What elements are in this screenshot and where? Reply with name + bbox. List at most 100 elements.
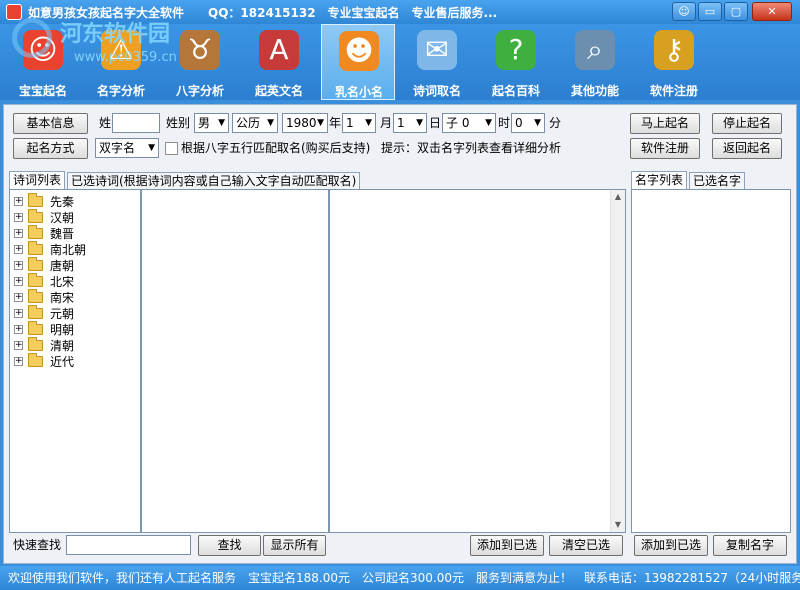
month-select[interactable]: 1 ▼ <box>342 113 376 133</box>
scroll-down-icon[interactable]: ▼ <box>611 518 625 532</box>
calendar-select[interactable]: 公历 ▼ <box>232 113 278 133</box>
main-panel: 基本信息 姓 姓别 男 ▼ 公历 ▼ 1980 ▼ 年 1 ▼ 月 1 ▼ 日 子 0 ▼ … <box>3 104 797 564</box>
name-type-select[interactable]: 双字名 ▼ <box>95 138 159 158</box>
gender-select[interactable]: 男 ▼ <box>194 113 229 133</box>
poem-list-panel[interactable] <box>141 189 329 533</box>
toolbar-label: 其他功能 <box>570 84 619 98</box>
toolbar-button-6[interactable]: ? 起名百科 <box>479 24 553 100</box>
tree-item-label: 元朝 <box>50 307 75 321</box>
toolbar-label: 软件注册 <box>649 84 698 98</box>
minute-value: 0 <box>515 116 523 130</box>
toolbar-label: 起名百科 <box>491 84 540 98</box>
tree-item-label: 南北朝 <box>50 243 87 257</box>
help-icon[interactable]: ☺ <box>672 2 696 21</box>
dynasty-tree[interactable]: + 先秦 + 汉朝 + 魏晋 + 南北朝 + 唐朝 + 北宋 + 南宋 + 元朝 + 明朝 + 清朝 + 近代 <box>9 189 141 533</box>
year-label: 年 <box>329 116 342 130</box>
minute-label: 分 <box>549 116 562 130</box>
toolbar-label: 乳名小名 <box>334 85 383 99</box>
question-icon: ? <box>496 30 536 70</box>
tree-item-label: 明朝 <box>50 323 75 337</box>
scroll-up-icon[interactable]: ▲ <box>611 190 625 204</box>
bazi-checkbox-label: 根据八字五行匹配取名(购买后支持) <box>181 141 371 155</box>
close-icon[interactable]: ✕ <box>752 2 792 21</box>
toolbar-label: 名字分析 <box>96 84 145 98</box>
folder-icon <box>28 337 43 351</box>
add-name-to-selected-button[interactable]: 添加到已选 <box>634 535 708 556</box>
expand-icon[interactable]: + <box>14 245 23 254</box>
toolbar-label: 八字分析 <box>175 84 224 98</box>
surname-input[interactable] <box>112 113 160 133</box>
copy-name-button[interactable]: 复制名字 <box>713 535 787 556</box>
abc-magnifier-icon: A <box>259 30 299 70</box>
year-value: 1980 <box>286 116 317 130</box>
toolbar-label: 诗词取名 <box>412 84 461 98</box>
expand-icon[interactable]: + <box>14 309 23 318</box>
expand-icon[interactable]: + <box>14 261 23 270</box>
expand-icon[interactable]: + <box>14 213 23 222</box>
folder-icon <box>28 305 43 319</box>
watermark-url: www.pc0359.cn <box>74 50 177 65</box>
hour-select[interactable]: 子 0 ▼ <box>442 113 496 133</box>
tree-item-label: 北宋 <box>50 275 75 289</box>
folder-icon <box>28 353 43 367</box>
toolbar-button-8[interactable]: ⚷ 软件注册 <box>637 24 711 100</box>
bird-icon: ✉ <box>417 30 457 70</box>
chevron-down-icon: ▼ <box>267 118 274 128</box>
quick-search-input[interactable] <box>66 535 191 555</box>
toolbar-button-7[interactable]: ⌕ 其他功能 <box>558 24 632 100</box>
software-register-button[interactable]: 软件注册 <box>630 138 700 159</box>
toolbar-button-5[interactable]: ✉ 诗词取名 <box>400 24 474 100</box>
tree-item-label: 汉朝 <box>50 211 75 225</box>
expand-icon[interactable]: + <box>14 293 23 302</box>
watermark: 河东软件园 www.pc0359.cn <box>12 14 212 70</box>
watermark-logo-icon <box>12 18 52 58</box>
tab-name-list[interactable]: 名字列表 <box>631 171 688 190</box>
expand-icon[interactable]: + <box>14 325 23 334</box>
folder-icon <box>28 257 43 271</box>
toolbar-button-3[interactable]: A 起英文名 <box>242 24 316 100</box>
toolbar-button-4[interactable]: ☻ 乳名小名 <box>321 24 395 100</box>
basic-info-button[interactable]: 基本信息 <box>13 113 88 134</box>
show-all-button[interactable]: 显示所有 <box>263 535 326 556</box>
folder-icon <box>28 289 43 303</box>
toolbar-label: 起英文名 <box>254 84 303 98</box>
expand-icon[interactable]: + <box>14 229 23 238</box>
stop-naming-button[interactable]: 停止起名 <box>712 113 782 134</box>
naming-mode-button[interactable]: 起名方式 <box>13 138 88 159</box>
expand-icon[interactable]: + <box>14 357 23 366</box>
folder-icon <box>28 321 43 335</box>
back-naming-button[interactable]: 返回起名 <box>712 138 782 159</box>
chevron-down-icon: ▼ <box>218 118 225 128</box>
restore-icon[interactable]: ▢ <box>724 2 748 21</box>
tree-item-label: 清朝 <box>50 339 75 353</box>
find-button[interactable]: 查找 <box>198 535 261 556</box>
tab-poem-list[interactable]: 诗词列表 <box>9 171 66 190</box>
name-list-panel[interactable] <box>631 189 791 533</box>
month-label: 月 <box>380 116 393 130</box>
folder-icon <box>28 241 43 255</box>
kid-helmet-icon: ☻ <box>339 31 379 71</box>
month-value: 1 <box>346 116 354 130</box>
vertical-scrollbar[interactable]: ▲ ▼ <box>610 190 625 532</box>
add-to-selected-button[interactable]: 添加到已选 <box>470 535 544 556</box>
bazi-checkbox[interactable] <box>165 142 178 155</box>
tab-selected-names[interactable]: 已选名字 <box>689 172 746 190</box>
tab-selected-poems[interactable]: 已选诗词(根据诗词内容或自己输入文字自动匹配取名) <box>67 172 361 190</box>
year-select[interactable]: 1980 ▼ <box>282 113 328 133</box>
poem-content-panel[interactable]: ▲ ▼ <box>329 189 626 533</box>
magnifier-icon: ⌕ <box>575 30 615 70</box>
expand-icon[interactable]: + <box>14 197 23 206</box>
day-select[interactable]: 1 ▼ <box>393 113 427 133</box>
expand-icon[interactable]: + <box>14 277 23 286</box>
minimize-icon[interactable]: ▭ <box>698 2 722 21</box>
chevron-down-icon: ▼ <box>317 118 324 128</box>
calendar-value: 公历 <box>236 116 261 130</box>
gender-label: 姓别 <box>166 116 191 130</box>
clear-selected-button[interactable]: 清空已选 <box>549 535 623 556</box>
tree-item-label: 唐朝 <box>50 259 75 273</box>
chevron-down-icon: ▼ <box>534 118 541 128</box>
start-naming-button[interactable]: 马上起名 <box>630 113 700 134</box>
expand-icon[interactable]: + <box>14 341 23 350</box>
folder-icon <box>28 209 43 223</box>
minute-select[interactable]: 0 ▼ <box>511 113 545 133</box>
